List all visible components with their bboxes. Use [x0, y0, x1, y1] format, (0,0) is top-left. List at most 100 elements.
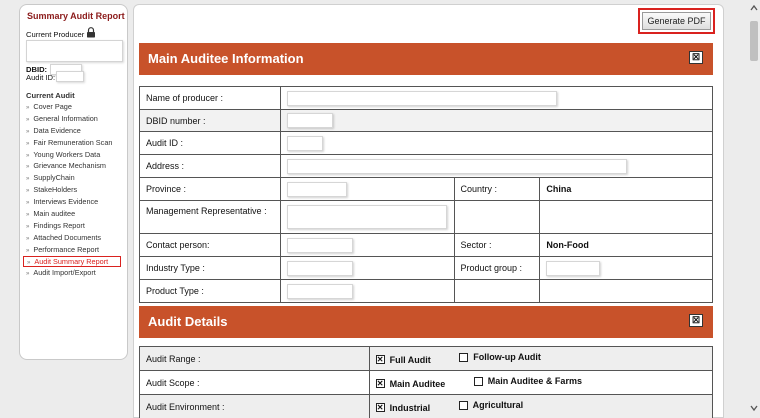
chevron-right-icon: »	[26, 105, 30, 111]
sidebar-item-label: SupplyChain	[33, 173, 75, 183]
sidebar-item-label: Data Evidence	[33, 125, 81, 135]
sidebar-item-interviews-evidence[interactable]: » Interviews Evidence	[23, 196, 125, 208]
sidebar-item-stakeholders[interactable]: » StakeHolders	[23, 184, 125, 196]
option-label: Industrial	[389, 402, 431, 413]
option-main-auditee-farms[interactable]: Main Auditee & Farms	[473, 376, 582, 387]
option-industrial[interactable]: ✕ Industrial	[375, 402, 431, 413]
sidebar-item-label: Findings Report	[33, 220, 85, 230]
checkbox-icon[interactable]	[458, 400, 468, 410]
chevron-right-icon: »	[26, 128, 30, 135]
option-agricultural[interactable]: Agricultural	[458, 400, 524, 411]
field-value	[279, 131, 714, 155]
sidebar: Summary Audit Report Current Producer DB…	[19, 4, 128, 360]
dbid-number-redacted	[286, 113, 333, 128]
industry-type-redacted	[286, 260, 353, 276]
sidebar-item-label: Cover Page	[33, 102, 72, 111]
main-auditee-table: Name of producer : DBID number : Audit I…	[139, 86, 714, 303]
field-label: Product Type :	[139, 279, 281, 303]
sidebar-item-label: Audit Summary Report	[34, 256, 109, 266]
chevron-right-icon: »	[26, 212, 30, 219]
generate-pdf-button[interactable]: Generate PDF	[642, 12, 711, 30]
scroll-up-arrow-icon[interactable]	[750, 4, 758, 12]
checkbox-icon[interactable]	[473, 376, 483, 386]
sidebar-item-audit-summary-report[interactable]: » Audit Summary Report	[23, 255, 121, 268]
field-value	[279, 109, 714, 132]
sidebar-item-findings-report[interactable]: » Findings Report	[23, 220, 125, 232]
empty-cell	[539, 279, 713, 303]
chevron-right-icon: »	[26, 223, 30, 230]
sidebar-item-label: Attached Documents	[33, 232, 102, 242]
sidebar-item-label: Audit Import/Export	[33, 268, 96, 278]
sidebar-item-young-workers-data[interactable]: » Young Workers Data	[23, 149, 125, 161]
chevron-right-icon: »	[26, 235, 30, 242]
producer-name-redacted	[26, 40, 123, 62]
table-row: Industry Type : Product group :	[139, 256, 713, 280]
checkbox-checked-icon[interactable]: ✕	[375, 355, 385, 365]
field-value	[279, 177, 455, 201]
chevron-right-icon: »	[26, 271, 30, 278]
collapse-icon[interactable]: ☒	[689, 51, 703, 64]
vertical-scrollbar[interactable]	[748, 0, 760, 418]
field-label: Product group :	[453, 256, 541, 280]
option-label: Main Auditee & Farms	[487, 376, 582, 387]
scrollbar-thumb[interactable]	[750, 21, 758, 61]
chevron-right-icon: »	[26, 152, 30, 159]
table-row: Audit Scope : ✕ Main Auditee Main Auditee…	[139, 370, 714, 395]
table-row: Audit Environment : ✕ Industrial Agricult…	[139, 394, 714, 418]
field-label: Address :	[139, 154, 281, 178]
field-label: DBID number :	[139, 109, 281, 132]
sidebar-item-data-evidence[interactable]: » Data Evidence	[23, 125, 125, 137]
scroll-down-arrow-icon[interactable]	[750, 404, 758, 412]
current-producer-label: Current Producer	[26, 30, 85, 39]
empty-cell	[453, 200, 541, 234]
sidebar-item-performance-report[interactable]: » Performance Report	[23, 244, 125, 256]
checkbox-checked-icon[interactable]: ✕	[375, 403, 385, 413]
field-label: Sector :	[453, 233, 541, 257]
field-label: Audit Environment :	[139, 394, 370, 418]
field-label: Audit Range :	[139, 346, 370, 371]
collapse-icon[interactable]: ☒	[689, 314, 703, 327]
chevron-right-icon: »	[26, 140, 30, 147]
sidebar-item-cover-page[interactable]: » Cover Page	[23, 101, 125, 113]
chevron-right-icon: »	[26, 116, 30, 123]
field-value	[539, 256, 713, 280]
sidebar-title: Summary Audit Report	[27, 11, 125, 21]
sidebar-item-grievance-mechanism[interactable]: » Grievance Mechanism	[23, 160, 125, 172]
table-row: Name of producer :	[139, 86, 714, 110]
field-label: Province :	[139, 177, 281, 201]
table-row: Address :	[139, 154, 714, 178]
field-value	[279, 233, 455, 257]
sidebar-item-supplychain[interactable]: » SupplyChain	[23, 172, 125, 184]
sidebar-item-label: General Information	[33, 113, 98, 123]
field-label: Industry Type :	[139, 256, 281, 280]
field-label: Management Representative :	[139, 200, 281, 234]
option-full-audit[interactable]: ✕ Full Audit	[375, 355, 431, 365]
country-value: China	[539, 177, 713, 201]
option-main-auditee[interactable]: ✕ Main Auditee	[375, 379, 445, 389]
sidebar-item-general-information[interactable]: » General Information	[23, 113, 125, 125]
checkbox-checked-icon[interactable]: ✕	[375, 379, 385, 389]
sidebar-item-label: Main auditee	[33, 209, 76, 219]
address-redacted	[286, 158, 627, 174]
sidebar-item-label: Young Workers Data	[33, 149, 101, 159]
audit-id-value-redacted	[286, 135, 323, 151]
empty-cell	[453, 279, 541, 303]
sidebar-item-fair-remuneration-scan[interactable]: » Fair Remuneration Scan	[23, 137, 125, 149]
table-row: Province : Country : China	[139, 177, 713, 201]
table-row: Audit ID :	[139, 131, 714, 155]
audit-details-table: Audit Range : ✕ Full Audit Follow-up Audi…	[139, 346, 714, 418]
table-row: Management Representative :	[139, 200, 713, 234]
field-value	[279, 154, 714, 178]
sidebar-item-label: Fair Remuneration Scan	[33, 137, 113, 147]
option-follow-up-audit[interactable]: Follow-up Audit	[459, 352, 541, 362]
sidebar-item-audit-import-export[interactable]: » Audit Import/Export	[23, 267, 125, 279]
product-type-redacted	[286, 283, 353, 299]
chevron-right-icon: »	[26, 200, 30, 207]
field-label: Contact person:	[139, 233, 281, 257]
field-value	[279, 279, 455, 303]
sidebar-item-main-auditee[interactable]: » Main auditee	[23, 208, 125, 220]
audit-details-title: Audit Details	[148, 314, 228, 329]
checkbox-icon[interactable]	[459, 352, 469, 362]
option-label: Agricultural	[472, 400, 524, 411]
sidebar-item-attached-documents[interactable]: » Attached Documents	[23, 232, 125, 244]
